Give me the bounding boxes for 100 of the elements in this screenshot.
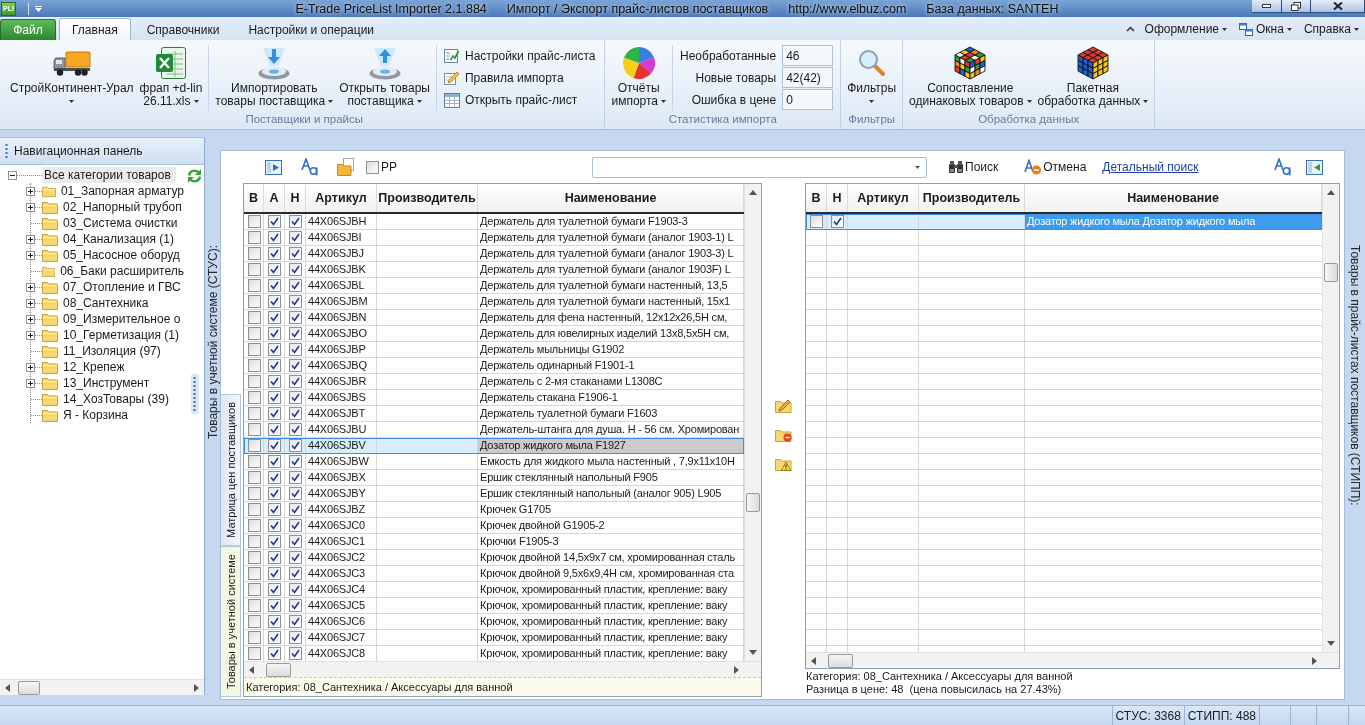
checkbox[interactable] xyxy=(247,295,261,308)
column-header[interactable]: Артикул xyxy=(306,184,377,212)
checkbox[interactable] xyxy=(268,231,281,244)
checkbox[interactable] xyxy=(289,279,302,292)
tree-item[interactable]: Все категории товаров xyxy=(42,167,176,183)
ribbon-button[interactable]: Фильтры xyxy=(844,40,900,113)
checkbox[interactable] xyxy=(289,327,302,340)
checkbox[interactable] xyxy=(247,215,261,228)
checkbox[interactable] xyxy=(268,599,281,612)
expand-icon[interactable] xyxy=(26,186,35,196)
checkbox[interactable] xyxy=(289,519,302,532)
checkbox[interactable] xyxy=(289,631,302,644)
ribbon-small-button[interactable]: Открыть прайс-лист xyxy=(441,89,598,111)
checkbox[interactable] xyxy=(268,583,281,596)
checkbox[interactable] xyxy=(268,535,281,548)
scroll-up-icon[interactable] xyxy=(749,190,757,195)
column-header[interactable]: А xyxy=(264,184,285,212)
expand-icon[interactable] xyxy=(26,202,35,212)
caret-icon[interactable] xyxy=(35,5,42,12)
checkbox[interactable] xyxy=(289,487,302,500)
checkbox[interactable] xyxy=(268,471,281,484)
vertical-scrollbar[interactable] xyxy=(1322,184,1339,652)
tree-item[interactable]: 09_Измерительное о xyxy=(62,311,182,327)
ribbon-small-button[interactable]: Настройки прайс-листа xyxy=(441,45,598,67)
ribbon-button[interactable]: фрап +d-lin 26.11.xls xyxy=(136,40,206,113)
checkbox[interactable] xyxy=(247,583,261,596)
checkbox[interactable] xyxy=(268,407,281,420)
checkbox[interactable] xyxy=(289,311,302,324)
scroll-left-icon[interactable] xyxy=(249,665,254,674)
checkbox[interactable] xyxy=(247,423,261,436)
checkbox[interactable] xyxy=(247,231,261,244)
checkbox[interactable] xyxy=(247,503,261,516)
expand-icon[interactable] xyxy=(26,234,35,244)
expand-icon[interactable] xyxy=(26,314,35,324)
checkbox[interactable] xyxy=(268,551,281,564)
expand-icon[interactable] xyxy=(26,282,35,292)
checkbox[interactable] xyxy=(289,391,302,404)
column-header[interactable]: В xyxy=(244,184,264,212)
checkbox[interactable] xyxy=(289,647,302,660)
checkbox[interactable] xyxy=(810,215,823,228)
checkbox[interactable] xyxy=(247,263,261,276)
ribbon-tab[interactable]: Настройки и операции xyxy=(235,18,388,40)
tree-item[interactable]: 14_ХозТовары (39) xyxy=(62,391,170,407)
tree-item[interactable]: 12_Крепеж xyxy=(62,359,126,375)
scroll-right-icon[interactable] xyxy=(194,683,199,692)
collapse-icon[interactable] xyxy=(8,170,17,180)
checkbox[interactable] xyxy=(289,471,302,484)
checkbox[interactable] xyxy=(289,359,302,372)
checkbox[interactable] xyxy=(289,423,302,436)
checkbox[interactable] xyxy=(268,263,281,276)
folder-page-icon[interactable] xyxy=(337,158,354,176)
column-header[interactable]: Наименование xyxy=(478,184,744,212)
letters-icon[interactable] xyxy=(301,158,319,176)
checkbox[interactable] xyxy=(247,391,261,404)
expand-icon[interactable] xyxy=(26,362,35,372)
tree-item[interactable]: 04_Канализация (1) xyxy=(62,231,175,247)
checkbox[interactable] xyxy=(289,439,302,452)
checkbox[interactable] xyxy=(268,615,281,628)
vertical-tab[interactable]: Товары в учетной системе xyxy=(221,545,241,697)
checkbox[interactable] xyxy=(268,359,281,372)
detail-search-link[interactable]: Детальный поиск xyxy=(1102,160,1199,174)
vertical-tab[interactable]: Матрица цен поставщиков xyxy=(221,394,241,546)
checkbox[interactable] xyxy=(247,343,261,356)
checkbox[interactable] xyxy=(247,327,261,340)
ribbon-small-button[interactable]: Правила импорта xyxy=(441,67,598,89)
checkbox[interactable] xyxy=(289,215,302,228)
checkbox[interactable] xyxy=(247,359,261,372)
checkbox[interactable] xyxy=(247,519,261,532)
scroll-right-icon[interactable] xyxy=(734,665,739,674)
checkbox[interactable] xyxy=(247,439,261,452)
checkbox[interactable] xyxy=(247,535,261,548)
scroll-up-icon[interactable] xyxy=(1327,190,1335,195)
checkbox[interactable] xyxy=(289,503,302,516)
checkbox[interactable] xyxy=(247,599,261,612)
checkbox[interactable] xyxy=(268,279,281,292)
tree-item[interactable]: 03_Система очистки xyxy=(62,215,179,231)
checkbox[interactable] xyxy=(268,423,281,436)
scroll-left-icon[interactable] xyxy=(5,683,10,692)
checkbox[interactable] xyxy=(268,215,281,228)
checkbox[interactable] xyxy=(247,407,261,420)
checkbox[interactable] xyxy=(289,455,302,468)
expand-icon[interactable] xyxy=(26,378,35,388)
scroll-left-icon[interactable] xyxy=(811,656,816,665)
checkbox[interactable] xyxy=(831,215,844,228)
ribbon-tab[interactable]: Справочники xyxy=(133,18,233,40)
checkbox[interactable] xyxy=(268,503,281,516)
checkbox[interactable] xyxy=(268,311,281,324)
column-header[interactable]: Артикул xyxy=(848,184,919,212)
letters-icon[interactable] xyxy=(1274,158,1293,176)
checkbox[interactable] xyxy=(247,279,261,292)
checkbox[interactable] xyxy=(268,455,281,468)
expand-icon[interactable] xyxy=(26,330,35,340)
checkbox[interactable] xyxy=(247,567,261,580)
checkbox[interactable] xyxy=(268,391,281,404)
expand-icon[interactable] xyxy=(26,298,35,308)
ribbon-button[interactable]: Импортировать товары поставщика xyxy=(212,40,337,113)
scroll-right-icon[interactable] xyxy=(1312,656,1317,665)
checkbox[interactable] xyxy=(289,599,302,612)
column-header[interactable]: Производитель xyxy=(377,184,478,212)
scrollbar-thumb[interactable] xyxy=(1324,263,1338,282)
